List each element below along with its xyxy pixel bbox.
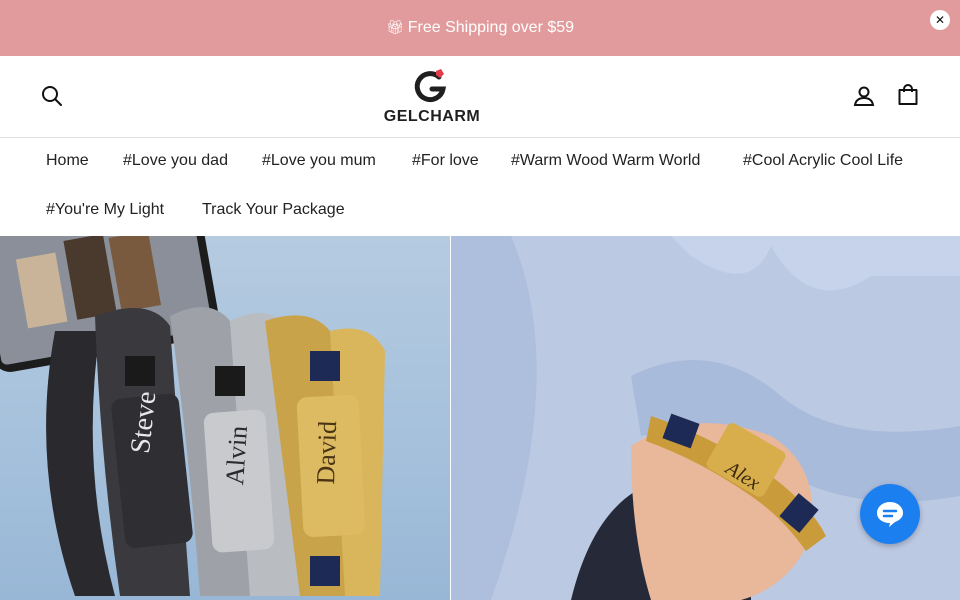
nav-item-track-package[interactable]: Track Your Package — [202, 201, 345, 219]
account-button[interactable] — [852, 84, 876, 108]
nav-item-cool-acrylic[interactable]: #Cool Acrylic Cool Life — [743, 152, 903, 170]
nav-item-love-you-dad[interactable]: #Love you dad — [123, 152, 228, 170]
nav-item-warm-wood[interactable]: #Warm Wood Warm World — [511, 152, 700, 170]
site-logo[interactable]: GELCHARM — [384, 68, 480, 126]
hero-banner[interactable]: Steve Alvin David Alex — [0, 236, 960, 600]
logo-text: GELCHARM — [383, 108, 481, 125]
chat-icon — [877, 502, 903, 527]
account-icon — [853, 86, 875, 106]
nav-item-home[interactable]: Home — [46, 152, 89, 170]
cart-icon — [898, 84, 918, 105]
close-icon: ✕ — [934, 13, 946, 27]
search-icon — [42, 86, 62, 106]
engraving-steve: Steve — [125, 389, 163, 456]
chat-button[interactable] — [860, 484, 920, 544]
nav-item-love-you-mum[interactable]: #Love you mum — [262, 152, 376, 170]
close-announcement-button[interactable]: ✕ — [930, 10, 950, 30]
nav-item-for-love[interactable]: #For love — [412, 152, 479, 170]
main-navigation: Home #Love you dad #Love you mum #For lo… — [0, 138, 960, 236]
engraving-david: David — [311, 420, 343, 485]
hero-image-bracelets: Steve Alvin David — [0, 236, 450, 600]
announcement-text: Free Shipping over $59 — [407, 19, 575, 36]
gift-icon: 🎁︎ — [385, 20, 404, 36]
logo-mark-icon — [414, 69, 447, 103]
hero-image-wrist: Alex — [451, 236, 960, 600]
nav-item-youre-my-light[interactable]: #You're My Light — [46, 201, 164, 219]
announcement-bar: 🎁︎ Free Shipping over $59 ✕ — [0, 0, 960, 56]
site-header: GELCHARM — [0, 56, 960, 138]
engraving-alvin: Alvin — [220, 424, 254, 486]
search-button[interactable] — [40, 84, 64, 108]
cart-button[interactable] — [896, 83, 920, 107]
